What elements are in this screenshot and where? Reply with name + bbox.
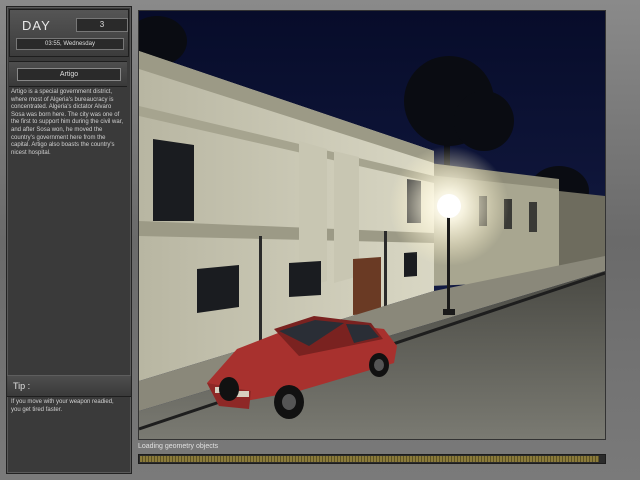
time-display: 03:55, Wednesday [16,38,124,50]
loading-progress-bar [138,454,606,464]
location-panel: Artigo [9,61,127,87]
loading-scene-image [138,10,606,440]
location-description: Artigo is a special government district,… [11,89,124,156]
tip-text: If you move with your weapon readied, yo… [11,399,114,413]
street-night-illustration [139,11,605,439]
day-counter: 3 [76,18,128,32]
loading-progress-fill [140,456,599,462]
info-sidebar: DAY 3 03:55, Wednesday Artigo Artigo is … [6,6,132,474]
tip-header: Tip : [7,375,131,397]
day-panel: DAY 3 03:55, Wednesday [9,9,129,57]
tip-label: Tip : [13,381,31,391]
location-name: Artigo [17,68,121,81]
loading-status-text: Loading geometry objects [138,443,219,450]
day-label: DAY [22,18,51,33]
